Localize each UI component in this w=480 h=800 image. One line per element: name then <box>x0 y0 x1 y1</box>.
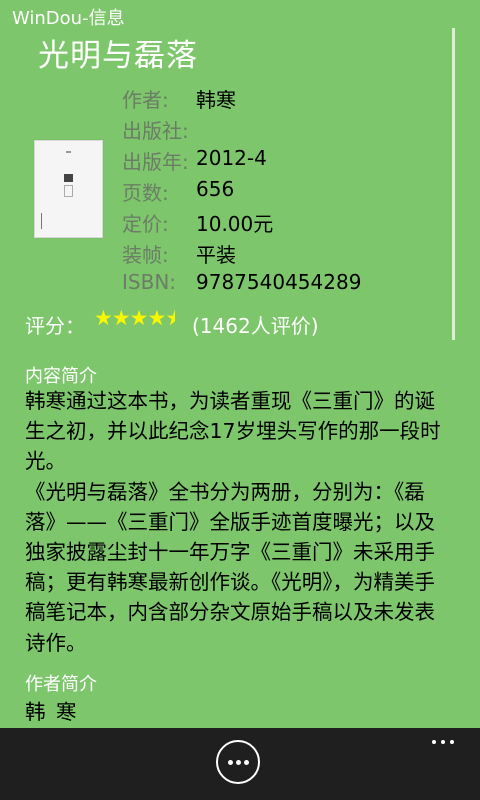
star-icon: ★ <box>111 306 131 330</box>
meta-value-binding: 平装 <box>196 243 236 267</box>
author-section-label: 作者简介 <box>25 674 97 695</box>
meta-value-author: 韩寒 <box>196 88 236 112</box>
meta-value-pubyear: 2012-4 <box>196 146 267 170</box>
intro-section-label: 内容简介 <box>25 366 97 387</box>
rating-label: 评分： <box>25 314 85 338</box>
intro-paragraph: 《光明与磊落》全书分为两册，分别为：《磊落》——《三重门》全版手迹首度曝光；以及… <box>25 479 435 655</box>
star-icon: ★ <box>129 306 149 330</box>
author-bio-text: 韩 寒 <box>25 700 79 724</box>
meta-label-author: 作者: <box>122 88 169 112</box>
half-star-icon: ★ <box>165 306 176 330</box>
meta-value-price: 10.00元 <box>196 212 274 236</box>
book-cover-image <box>34 140 103 238</box>
star-icon: ★ <box>147 306 166 330</box>
app-bar <box>0 728 480 800</box>
intro-paragraph: 韩寒通过这本书，为读者重现《三重门》的诞生之初，并以此纪念17岁埋头写作的那一段… <box>25 389 441 474</box>
scrollbar[interactable] <box>452 28 455 340</box>
rating-stars: ★★★★★ <box>94 306 175 330</box>
ellipsis-circle-icon[interactable] <box>216 740 260 784</box>
rating-count: (1462人评价) <box>192 314 319 338</box>
star-icon: ★ <box>94 306 113 330</box>
meta-value-pages: 656 <box>196 177 235 201</box>
meta-label-pages: 页数: <box>122 181 169 205</box>
meta-value-isbn: 9787540454289 <box>196 270 362 294</box>
meta-label-publisher: 出版社: <box>122 119 189 143</box>
meta-label-isbn: ISBN: <box>122 270 177 294</box>
book-title: 光明与磊落 <box>38 38 198 74</box>
intro-text: 韩寒通过这本书，为读者重现《三重门》的诞生之初，并以此纪念17岁埋头写作的那一段… <box>25 386 455 658</box>
meta-label-price: 定价: <box>122 212 169 236</box>
app-title: WinDou-信息 <box>12 8 125 29</box>
meta-label-pubyear: 出版年: <box>122 150 189 174</box>
meta-label-binding: 装帧: <box>122 243 169 267</box>
more-dots-icon[interactable] <box>430 732 460 752</box>
